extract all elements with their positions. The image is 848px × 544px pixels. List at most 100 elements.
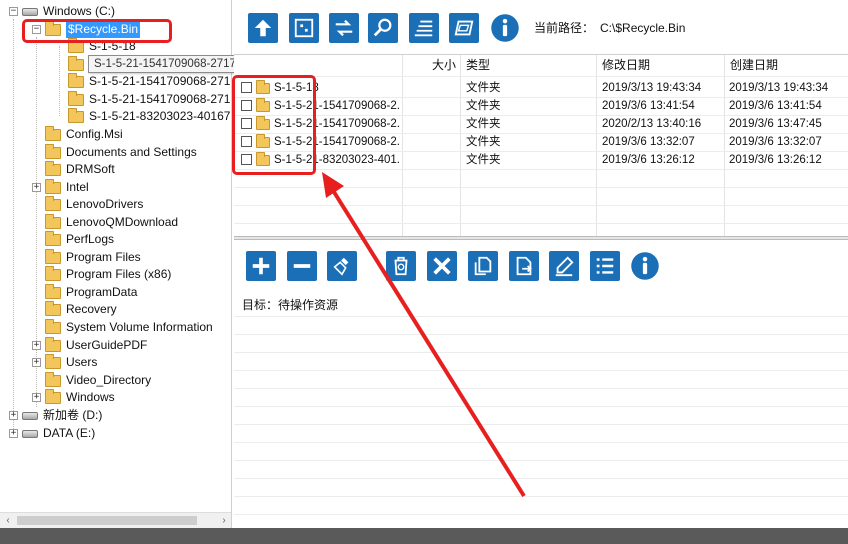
file-modified: 2019/3/13 19:43:34 [602, 82, 702, 94]
tree-node[interactable]: S-1-5-21-83203023-401679 [68, 107, 231, 125]
column-header-type[interactable]: 类型 [462, 55, 490, 75]
select-button[interactable] [289, 13, 319, 43]
folder-icon [45, 248, 61, 264]
drive-icon [22, 7, 38, 16]
copy-button[interactable] [468, 251, 498, 281]
column-header-modified[interactable]: 修改日期 [598, 55, 650, 75]
tree-node[interactable]: S-1-5-21-1541709068-2717 [68, 90, 231, 108]
expand-toggle[interactable]: + [32, 393, 41, 402]
file-list[interactable]: 大小 类型 修改日期 创建日期 S-1-5-18 文件夹 2019/3/13 1… [234, 54, 848, 236]
tree-node-label: Intel [66, 180, 89, 194]
folder-icon [45, 230, 61, 246]
status-bar [0, 528, 848, 544]
top-toolbar: 当前路径： C:\$Recycle.Bin [234, 0, 848, 54]
file-type: 文件夹 [466, 154, 501, 166]
export-button[interactable] [509, 251, 539, 281]
tree-horizontal-scrollbar[interactable]: ‹ › [0, 512, 231, 528]
expand-toggle[interactable]: + [32, 358, 41, 367]
tree-node[interactable]: + Intel [32, 178, 89, 196]
folder-icon [45, 143, 61, 159]
folder-icon [68, 72, 84, 88]
edit-icon [555, 256, 574, 277]
tree-node[interactable]: Documents and Settings [45, 143, 197, 161]
clean-button[interactable] [327, 251, 357, 281]
table-row[interactable]: S-1-5-18 文件夹 2019/3/13 19:43:34 2019/3/1… [234, 79, 848, 97]
tree-node-drive-e[interactable]: + DATA (E:) [9, 425, 95, 442]
table-row[interactable]: S-1-5-21-83203023-401... 文件夹 2019/3/6 13… [234, 151, 848, 169]
tree-node[interactable]: PerfLogs [45, 230, 114, 248]
folder-icon [45, 388, 61, 404]
table-row[interactable]: S-1-5-21-1541709068-2... 文件夹 2019/3/6 13… [234, 133, 848, 151]
info-button[interactable] [630, 251, 660, 281]
info-button[interactable] [490, 13, 520, 43]
target-panel[interactable]: 目标：待操作资源 [234, 290, 848, 528]
path-label: 当前路径： [534, 21, 595, 35]
drive-button[interactable] [449, 13, 479, 43]
tree-node-label: DRMSoft [66, 162, 115, 176]
folder-icon [45, 125, 61, 141]
highlight-box-file-list [232, 75, 316, 175]
file-created: 2019/3/6 13:41:54 [729, 100, 822, 112]
folder-icon [45, 283, 61, 299]
info-icon [631, 252, 659, 280]
tree-node[interactable]: + UserGuidePDF [32, 336, 147, 354]
tree-node[interactable]: System Volume Information [45, 318, 213, 336]
tree-node-label: Config.Msi [66, 127, 123, 141]
tree-node[interactable]: Config.Msi [45, 125, 123, 143]
table-row[interactable]: S-1-5-21-1541709068-2... 文件夹 2020/2/13 1… [234, 115, 848, 133]
tree-node[interactable]: Program Files [45, 248, 141, 266]
recycle-button[interactable] [386, 251, 416, 281]
current-path: 当前路径： C:\$Recycle.Bin [534, 19, 685, 36]
scrollbar-thumb[interactable] [17, 516, 197, 525]
tree-node[interactable] [68, 55, 89, 73]
add-button[interactable] [246, 251, 276, 281]
content-panel: 当前路径： C:\$Recycle.Bin 大小 类型 修改日期 创建日期 S-1… [234, 0, 848, 528]
tree-node-drive-d[interactable]: + 新加卷 (D:) [9, 407, 102, 424]
column-header-size[interactable]: 大小 [402, 55, 460, 75]
expand-toggle[interactable]: + [9, 429, 18, 438]
delete-button[interactable] [427, 251, 457, 281]
file-modified: 2019/3/6 13:41:54 [602, 100, 695, 112]
tree-node-drive-c[interactable]: − Windows (C:) [9, 3, 115, 20]
tree-node[interactable]: ProgramData [45, 283, 137, 301]
folder-tree[interactable]: − Windows (C:) − $Recycle.Bin S-1-5-18 S… [0, 0, 232, 528]
file-size [404, 133, 458, 151]
tree-node[interactable]: Video_Directory [45, 371, 151, 389]
collapse-toggle[interactable]: − [9, 7, 18, 16]
tree-node[interactable]: + Windows [32, 388, 115, 406]
folder-icon [45, 318, 61, 334]
folder-icon [45, 300, 61, 316]
file-size [404, 115, 458, 133]
tree-node[interactable]: LenovoDrivers [45, 195, 143, 213]
folder-icon [45, 371, 61, 387]
tree-node[interactable]: S-1-5-21-1541709068-2717 [68, 72, 231, 90]
scroll-left-button[interactable]: ‹ [0, 513, 16, 528]
search-button[interactable] [368, 13, 398, 43]
scroll-right-button[interactable]: › [216, 513, 231, 528]
swap-button[interactable] [329, 13, 359, 43]
bottom-toolbar [234, 240, 848, 290]
tree-node-label: 新加卷 (D:) [43, 408, 103, 422]
list-icon [596, 258, 614, 274]
tree-node[interactable]: + Users [32, 353, 97, 371]
tree-node[interactable]: Recovery [45, 300, 117, 318]
remove-button[interactable] [287, 251, 317, 281]
expand-toggle[interactable]: + [32, 341, 41, 350]
folder-icon [45, 160, 61, 176]
tree-node[interactable]: LenovoQMDownload [45, 213, 178, 231]
expand-toggle[interactable]: + [9, 411, 18, 420]
list-button[interactable] [590, 251, 620, 281]
expand-toggle[interactable]: + [32, 183, 41, 192]
tree-node[interactable]: Program Files (x86) [45, 265, 171, 283]
file-type: 文件夹 [466, 100, 501, 112]
table-row[interactable]: S-1-5-21-1541709068-2... 文件夹 2019/3/6 13… [234, 97, 848, 115]
minus-icon [293, 264, 311, 268]
folder-icon [45, 195, 61, 211]
file-size [404, 79, 458, 97]
up-button[interactable] [248, 13, 278, 43]
column-header-created[interactable]: 创建日期 [726, 55, 778, 75]
sort-button[interactable] [409, 13, 439, 43]
edit-button[interactable] [549, 251, 579, 281]
tree-node-label: Recovery [66, 302, 117, 316]
tree-node[interactable]: DRMSoft [45, 160, 115, 178]
